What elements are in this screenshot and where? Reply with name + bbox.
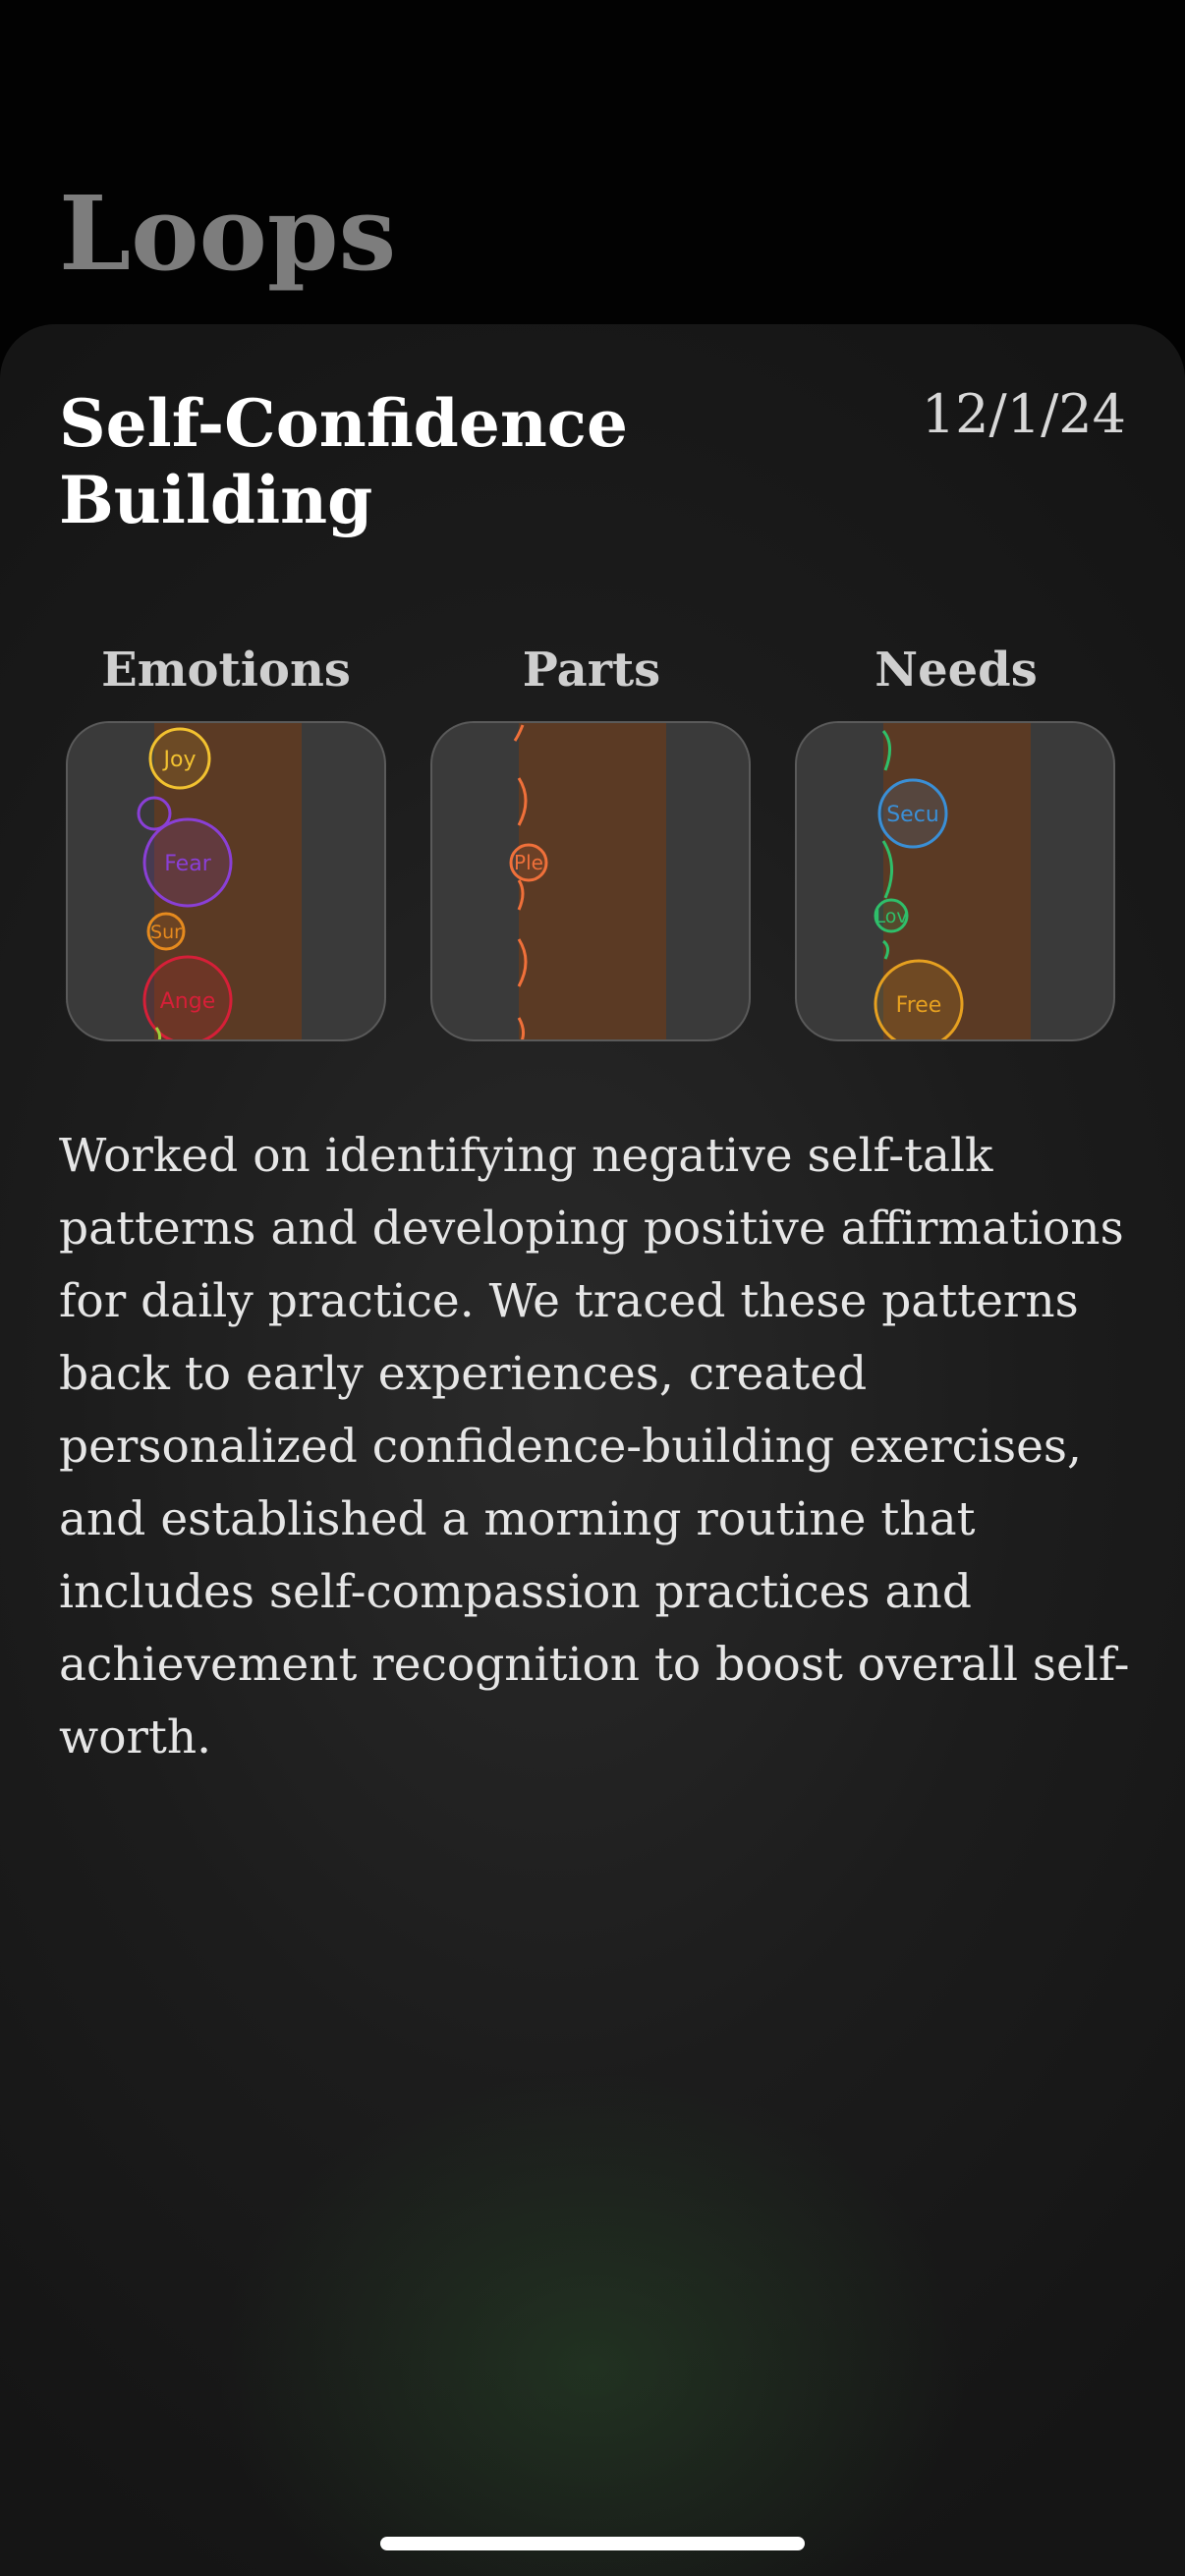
needs-tile[interactable]: Secu Lov Free [795, 721, 1115, 1041]
part-bubble-label: Ple [514, 851, 543, 874]
parts-label: Parts [522, 643, 661, 698]
emotions-label: Emotions [101, 643, 351, 698]
parts-tile[interactable]: Ple [430, 721, 751, 1041]
needs-label: Needs [875, 643, 1038, 698]
parts-band [519, 723, 666, 1039]
entry-notes: Worked on identifying negative self-talk… [59, 1129, 1130, 1764]
need-bubble-label: Lov [875, 906, 907, 927]
page-title: Loops [59, 173, 397, 294]
entry-date: 12/1/24 [921, 383, 1126, 445]
home-indicator[interactable] [380, 2537, 805, 2550]
entry-title: Self-Confidence Building [59, 385, 628, 538]
emotion-bubble-label: Fear [164, 852, 211, 876]
emotions-tile[interactable]: Joy Fear Sur Ange [66, 721, 386, 1041]
emotion-bubble-label: Sur [150, 922, 182, 943]
emotion-bubble-label: Ange [160, 989, 216, 1014]
emotion-bubble-label: Joy [162, 748, 197, 772]
need-bubble-label: Secu [886, 803, 939, 827]
need-bubble-label: Free [896, 993, 942, 1018]
